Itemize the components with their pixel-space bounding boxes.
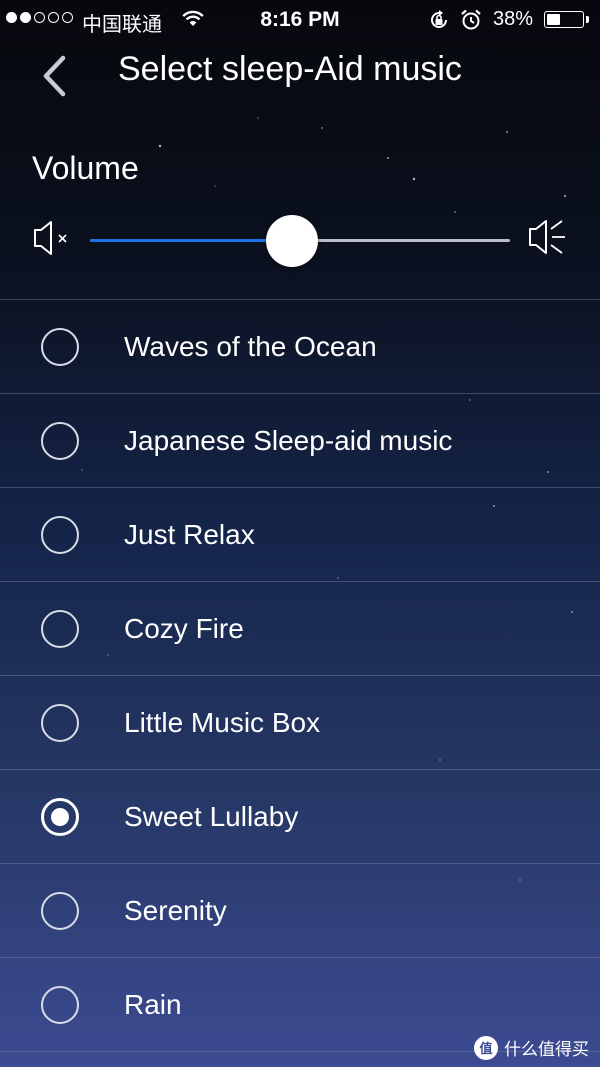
status-bar: 中国联通 8:16 PM 38% xyxy=(0,0,600,40)
music-option[interactable]: Just Relax xyxy=(0,488,600,581)
radio-unchecked-icon[interactable] xyxy=(41,704,79,742)
music-option-label: Just Relax xyxy=(124,519,255,550)
battery-nub xyxy=(586,16,589,23)
radio-checked-icon[interactable] xyxy=(41,798,79,836)
speaker-loud-icon xyxy=(529,220,565,254)
music-option-label: Waves of the Ocean xyxy=(124,331,377,362)
music-option-label: Japanese Sleep-aid music xyxy=(124,425,453,456)
music-option[interactable]: Cozy Fire xyxy=(0,582,600,675)
music-option-label: Sweet Lullaby xyxy=(124,801,299,832)
music-option[interactable]: Serenity xyxy=(0,864,600,957)
volume-slider-thumb[interactable] xyxy=(265,215,318,267)
chevron-left-icon xyxy=(43,55,66,97)
music-option[interactable]: Sweet Lullaby xyxy=(0,770,600,863)
watermark-text: 什么值得买 xyxy=(504,1040,589,1060)
music-option-label: Little Music Box xyxy=(124,707,321,738)
radio-unchecked-icon[interactable] xyxy=(41,892,79,930)
music-option[interactable]: Little Music Box xyxy=(0,676,600,769)
battery-percent: 38% xyxy=(493,8,534,30)
radio-unchecked-icon[interactable] xyxy=(41,610,79,648)
speaker-mute-icon xyxy=(34,221,67,255)
music-option[interactable]: Waves of the Ocean xyxy=(0,300,600,393)
radio-unchecked-icon[interactable] xyxy=(41,516,79,554)
battery-fill xyxy=(547,14,560,25)
back-button[interactable] xyxy=(36,52,76,100)
rotation-lock-icon xyxy=(431,10,447,28)
watermark-logo: 值 xyxy=(474,1035,498,1060)
volume-slider-fill xyxy=(90,239,292,242)
alarm-icon xyxy=(461,9,481,30)
volume-slider[interactable] xyxy=(90,214,510,268)
radio-unchecked-icon[interactable] xyxy=(41,986,79,1024)
volume-label: Volume xyxy=(32,150,139,186)
music-option-label: Cozy Fire xyxy=(124,613,244,644)
music-option-label: Serenity xyxy=(124,895,227,926)
music-list: Waves of the Ocean Japanese Sleep-aid mus… xyxy=(0,299,600,1052)
radio-unchecked-icon[interactable] xyxy=(41,422,79,460)
music-option-label: Rain xyxy=(124,989,182,1020)
watermark: 值 什么值得买 xyxy=(474,1035,589,1060)
battery-icon xyxy=(544,11,584,28)
page-title: Select sleep-Aid music xyxy=(118,50,462,88)
radio-unchecked-icon[interactable] xyxy=(41,328,79,366)
music-option[interactable]: Japanese Sleep-aid music xyxy=(0,394,600,487)
